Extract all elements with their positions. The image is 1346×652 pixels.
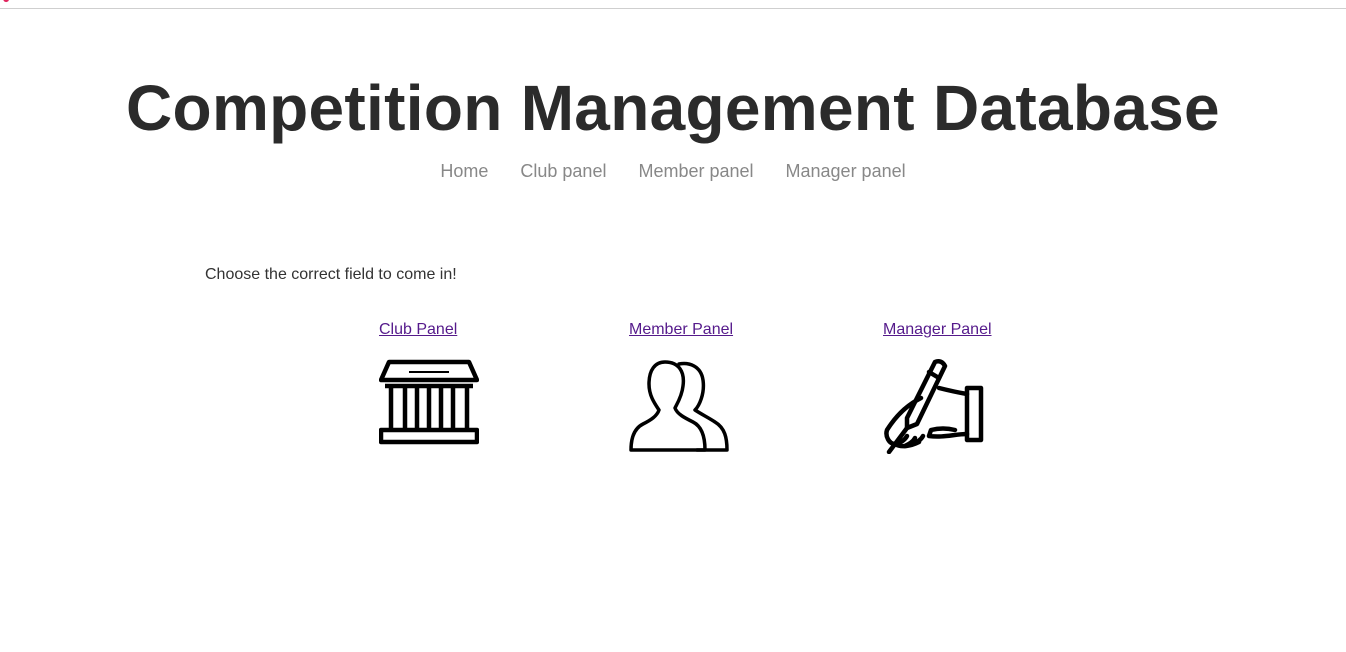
cut-off-fragment: ●	[2, 0, 10, 5]
building-icon[interactable]	[379, 358, 479, 446]
nav-home[interactable]: Home	[440, 160, 488, 182]
nav-club-panel[interactable]: Club panel	[520, 160, 606, 182]
intro-text: Choose the correct field to come in!	[205, 266, 457, 283]
member-panel-card: Member Panel	[629, 320, 733, 452]
main-nav: Home Club panel Member panel Manager pan…	[0, 160, 1346, 182]
hand-writing-icon[interactable]	[883, 358, 985, 454]
page-title: Competition Management Database	[126, 72, 1220, 144]
manager-panel-link[interactable]: Manager Panel	[883, 320, 992, 340]
manager-panel-card: Manager Panel	[883, 320, 992, 454]
club-panel-card: Club Panel	[379, 320, 479, 446]
top-cut-off-strip: ●	[0, 0, 1346, 9]
member-panel-link[interactable]: Member Panel	[629, 320, 733, 340]
nav-manager-panel[interactable]: Manager panel	[786, 160, 906, 182]
nav-member-panel[interactable]: Member panel	[638, 160, 753, 182]
users-icon[interactable]	[629, 358, 729, 452]
club-panel-link[interactable]: Club Panel	[379, 320, 479, 340]
